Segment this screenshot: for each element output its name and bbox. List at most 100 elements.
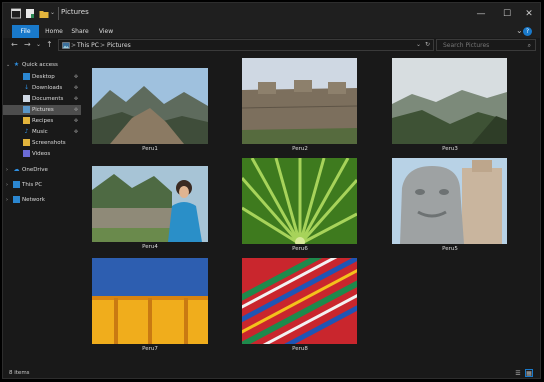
close-button[interactable]: ✕	[516, 3, 540, 25]
sidebar-item-pictures[interactable]: Pictures ✜	[3, 105, 81, 115]
image-thumbnail[interactable]	[392, 158, 507, 244]
sidebar-item-this-pc[interactable]: › This PC	[3, 180, 81, 190]
sidebar-item-label: Documents	[32, 96, 64, 102]
new-folder-icon[interactable]	[39, 8, 49, 19]
details-view-icon[interactable]: ☰	[514, 369, 522, 377]
tab-home[interactable]: Home	[41, 25, 67, 38]
image-thumbnail[interactable]	[92, 166, 208, 242]
expand-ribbon-button[interactable]: ⌄	[516, 26, 523, 35]
sidebar-item-label: Screenshots	[32, 140, 66, 146]
chevron-down-icon[interactable]: ⌄	[6, 62, 10, 68]
window-title: Pictures	[61, 8, 89, 16]
address-toolbar: ← → ⌄ ↑ > This PC > Pictures ⌄ ↻ Search …	[3, 38, 540, 52]
breadcrumb-this-pc[interactable]: This PC	[77, 42, 99, 49]
sidebar-item-desktop[interactable]: Desktop ✜	[3, 72, 81, 82]
sidebar-item-videos[interactable]: Videos	[3, 149, 81, 159]
forward-button[interactable]: →	[24, 39, 31, 51]
address-dropdown-button[interactable]: ⌄	[416, 41, 421, 48]
star-icon: ★	[13, 60, 20, 68]
music-icon: ♪	[24, 127, 29, 135]
sidebar-item-label: OneDrive	[22, 167, 48, 173]
app-icon	[11, 8, 21, 19]
sidebar-item-quick-access[interactable]: ⌄ ★ Quick access	[3, 60, 81, 70]
title-separator	[58, 7, 59, 20]
image-thumbnail[interactable]	[242, 258, 357, 344]
image-thumbnail[interactable]	[242, 58, 357, 144]
sidebar-item-network[interactable]: › Network	[3, 195, 81, 205]
address-bar[interactable]: > This PC > Pictures ⌄ ↻	[58, 39, 434, 51]
sidebar-item-label: This PC	[22, 182, 43, 188]
chevron-right-icon[interactable]: ›	[6, 182, 8, 188]
image-thumbnail[interactable]	[392, 58, 507, 144]
sidebar-item-onedrive[interactable]: › ☁ OneDrive	[3, 165, 81, 175]
pin-icon[interactable]: ✜	[74, 85, 78, 91]
navigation-pane: ⌄ ★ Quick access Desktop ✜ ↓ Downloads ✜…	[3, 53, 81, 366]
pin-icon[interactable]: ✜	[74, 129, 78, 135]
ribbon-tabs: File Home Share View ⌄ ?	[3, 25, 540, 38]
minimize-button[interactable]: —	[468, 3, 494, 25]
folder-icon	[23, 139, 30, 146]
network-icon	[13, 196, 20, 203]
sidebar-item-label: Recipes	[32, 118, 54, 124]
sidebar-item-label: Desktop	[32, 74, 55, 80]
pin-icon[interactable]: ✜	[74, 107, 78, 113]
downloads-icon: ↓	[23, 83, 30, 91]
recent-locations-button[interactable]: ⌄	[36, 39, 41, 51]
documents-icon	[23, 95, 30, 102]
sidebar-item-recipes[interactable]: Recipes ✜	[3, 116, 81, 126]
sidebar-item-label: Downloads	[32, 85, 63, 91]
file-name: Peru8	[292, 346, 308, 352]
file-name: Peru5	[442, 246, 458, 252]
file-name: Peru1	[142, 146, 158, 152]
breadcrumb-chevron: >	[71, 42, 77, 49]
sidebar-item-label: Quick access	[22, 62, 58, 68]
item-count: 8 items	[9, 370, 30, 376]
help-button[interactable]: ?	[523, 27, 532, 36]
sidebar-item-label: Videos	[32, 151, 51, 157]
pin-icon[interactable]: ✜	[74, 118, 78, 124]
quick-access-toolbar-dropdown[interactable]: ⌄	[50, 7, 55, 19]
file-list: Peru1 Peru2 Peru3 Peru4 Peru6 Peru5 Peru…	[81, 53, 540, 366]
pictures-location-icon	[62, 42, 70, 49]
image-thumbnail[interactable]	[242, 158, 357, 244]
file-name: Peru4	[142, 244, 158, 250]
properties-icon[interactable]	[25, 8, 35, 19]
sidebar-item-music[interactable]: ♪ Music ✜	[3, 127, 81, 137]
file-name: Peru2	[292, 146, 308, 152]
pin-icon[interactable]: ✜	[74, 96, 78, 102]
title-bar: ⌄ Pictures — ☐ ✕	[3, 3, 540, 25]
sidebar-item-screenshots[interactable]: Screenshots	[3, 138, 81, 148]
chevron-right-icon[interactable]: ›	[6, 197, 8, 203]
large-icons-view-icon[interactable]: ▦	[525, 369, 533, 377]
chevron-right-icon[interactable]: ›	[6, 167, 8, 173]
desktop-icon	[23, 73, 30, 80]
image-thumbnail[interactable]	[92, 258, 208, 344]
computer-icon	[13, 181, 20, 188]
back-button[interactable]: ←	[11, 39, 18, 51]
file-name: Peru7	[142, 346, 158, 352]
tab-file[interactable]: File	[12, 25, 39, 38]
cloud-icon: ☁	[13, 165, 20, 173]
image-thumbnail[interactable]	[92, 68, 208, 144]
sidebar-item-label: Network	[22, 197, 45, 203]
up-button[interactable]: ↑	[46, 39, 53, 51]
refresh-button[interactable]: ↻	[425, 41, 430, 48]
sidebar-item-documents[interactable]: Documents ✜	[3, 94, 81, 104]
folder-icon	[23, 117, 30, 124]
tab-view[interactable]: View	[93, 25, 119, 38]
breadcrumb-chevron: >	[100, 42, 106, 49]
sidebar-item-downloads[interactable]: ↓ Downloads ✜	[3, 83, 81, 93]
breadcrumb-pictures[interactable]: Pictures	[107, 42, 131, 49]
search-input[interactable]: Search Pictures	[443, 42, 489, 49]
videos-icon	[23, 150, 30, 157]
sidebar-item-label: Music	[32, 129, 48, 135]
search-box[interactable]: Search Pictures ⌕	[436, 39, 536, 51]
status-bar: 8 items ☰ ▦	[3, 366, 540, 378]
file-explorer-window: ⌄ Pictures — ☐ ✕ File Home Share View ⌄ …	[2, 2, 541, 379]
sidebar-item-label: Pictures	[32, 107, 54, 113]
file-name: Peru3	[442, 146, 458, 152]
tab-share[interactable]: Share	[67, 25, 93, 38]
pin-icon[interactable]: ✜	[74, 74, 78, 80]
pictures-icon	[23, 106, 30, 113]
search-icon[interactable]: ⌕	[528, 42, 531, 50]
